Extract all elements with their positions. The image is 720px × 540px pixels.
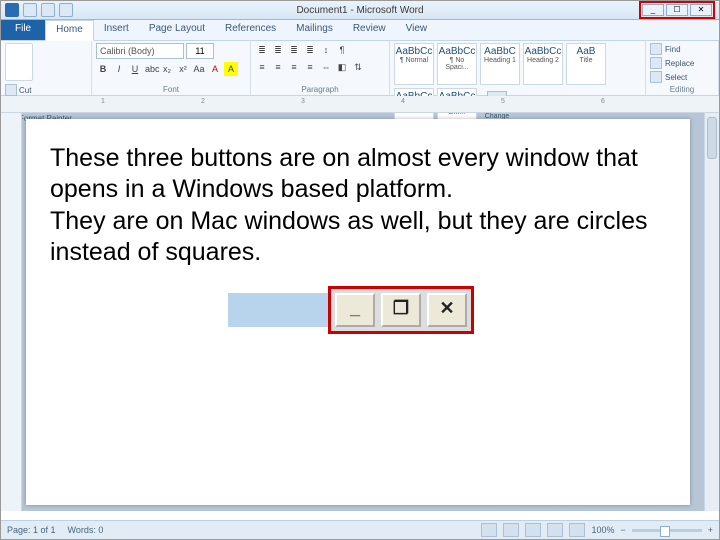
show-marks-button[interactable]: ¶ <box>335 43 349 57</box>
window-controls: _ ☐ ✕ <box>639 1 715 19</box>
align-center-button[interactable]: ≡ <box>271 60 285 74</box>
find-icon <box>650 43 662 55</box>
italic-button[interactable]: I <box>112 62 126 76</box>
document-content[interactable]: These three buttons are on almost every … <box>50 143 666 334</box>
decrease-indent-button[interactable]: ≣ <box>303 43 317 57</box>
sort-button[interactable]: ⇅ <box>351 60 365 74</box>
status-words[interactable]: Words: 0 <box>68 525 104 535</box>
cut-button[interactable]: Cut <box>5 84 72 96</box>
view-outline[interactable] <box>547 523 563 537</box>
view-web-layout[interactable] <box>525 523 541 537</box>
increase-indent-button[interactable]: ↕ <box>319 43 333 57</box>
font-color-button[interactable]: A <box>208 62 222 76</box>
group-label: Paragraph <box>255 85 385 95</box>
zoom-slider-knob[interactable] <box>660 526 670 537</box>
illustration-close: ✕ <box>427 293 467 327</box>
bullets-button[interactable]: ≣ <box>255 43 269 57</box>
line-spacing-button[interactable]: ⇔ <box>319 60 333 74</box>
zoom-slider[interactable] <box>632 529 702 532</box>
view-draft[interactable] <box>569 523 585 537</box>
maximize-button[interactable]: ☐ <box>666 4 688 16</box>
zoom-level[interactable]: 100% <box>591 525 614 535</box>
align-left-button[interactable]: ≡ <box>255 60 269 74</box>
window-title: Document1 - Microsoft Word <box>1 5 719 16</box>
vertical-ruler[interactable] <box>1 113 22 511</box>
select-button[interactable]: Select <box>650 71 694 83</box>
window-buttons-illustration: _ ❐ ✕ <box>228 286 488 334</box>
minimize-button[interactable]: _ <box>642 4 664 16</box>
close-button[interactable]: ✕ <box>690 4 712 16</box>
scrollbar-thumb[interactable] <box>707 117 717 159</box>
select-icon <box>650 71 662 83</box>
view-print-layout[interactable] <box>481 523 497 537</box>
paragraph-1: These three buttons are on almost every … <box>50 143 666 206</box>
group-editing: Find Replace Select Editing <box>646 41 719 95</box>
group-label: Editing <box>650 85 714 95</box>
multilevel-button[interactable]: ≣ <box>287 43 301 57</box>
status-bar: Page: 1 of 1 Words: 0 100% − + <box>1 520 719 539</box>
tab-home[interactable]: Home <box>45 20 94 41</box>
tab-references[interactable]: References <box>215 20 286 40</box>
vertical-scrollbar[interactable] <box>704 113 719 511</box>
align-right-button[interactable]: ≡ <box>287 60 301 74</box>
shading-button[interactable]: ◧ <box>335 60 349 74</box>
document-area: These three buttons are on almost every … <box>1 113 719 511</box>
numbering-button[interactable]: ≣ <box>271 43 285 57</box>
strike-button[interactable]: abc <box>144 62 158 76</box>
view-full-screen[interactable] <box>503 523 519 537</box>
illustration-minimize: _ <box>335 293 375 327</box>
status-page[interactable]: Page: 1 of 1 <box>7 525 56 535</box>
title-bar: Document1 - Microsoft Word _ ☐ ✕ <box>1 1 719 20</box>
style-normal[interactable]: AaBbCc¶ Normal <box>394 43 434 85</box>
style-title[interactable]: AaBTitle <box>566 43 606 85</box>
tab-mailings[interactable]: Mailings <box>286 20 343 40</box>
document-page[interactable]: These three buttons are on almost every … <box>26 119 690 505</box>
font-name-combo[interactable]: Calibri (Body) <box>96 43 184 59</box>
group-clipboard: Cut Copy Format Painter Clipboard <box>1 41 92 95</box>
replace-icon <box>650 57 662 69</box>
case-button[interactable]: Aa <box>192 62 206 76</box>
replace-button[interactable]: Replace <box>650 57 694 69</box>
paragraph-2: They are on Mac windows as well, but the… <box>50 206 666 269</box>
ribbon-tabs: File Home Insert Page Layout References … <box>1 20 719 41</box>
superscript-button[interactable]: x² <box>176 62 190 76</box>
underline-button[interactable]: U <box>128 62 142 76</box>
zoom-in-button[interactable]: + <box>708 525 713 535</box>
tab-review[interactable]: Review <box>343 20 396 40</box>
style-no-spacing[interactable]: AaBbCc¶ No Spaci... <box>437 43 477 85</box>
tab-file[interactable]: File <box>1 20 45 40</box>
group-paragraph: ≣ ≣ ≣ ≣ ↕ ¶ ≡ ≡ ≡ ≡ ⇔ ◧ ⇅ Paragraph <box>251 41 390 95</box>
group-font: Calibri (Body) 11 B I U abc x₂ x² Aa A A… <box>92 41 251 95</box>
horizontal-ruler[interactable]: 1 2 3 4 5 6 <box>1 96 719 113</box>
tab-page-layout[interactable]: Page Layout <box>139 20 215 40</box>
style-heading1[interactable]: AaBbCHeading 1 <box>480 43 520 85</box>
app-window: Document1 - Microsoft Word _ ☐ ✕ File Ho… <box>0 0 720 540</box>
tab-view[interactable]: View <box>396 20 438 40</box>
illustration-titlebar <box>228 293 328 327</box>
find-button[interactable]: Find <box>650 43 694 55</box>
illustration-highlight: _ ❐ ✕ <box>328 286 474 334</box>
group-label: Font <box>96 85 246 95</box>
justify-button[interactable]: ≡ <box>303 60 317 74</box>
highlight-button[interactable]: A <box>224 62 238 76</box>
font-size-combo[interactable]: 11 <box>186 43 214 59</box>
style-heading2[interactable]: AaBbCcHeading 2 <box>523 43 563 85</box>
cut-icon <box>5 84 17 96</box>
subscript-button[interactable]: x₂ <box>160 62 174 76</box>
group-styles: AaBbCc¶ Normal AaBbCc¶ No Spaci... AaBbC… <box>390 41 646 95</box>
bold-button[interactable]: B <box>96 62 110 76</box>
tab-insert[interactable]: Insert <box>94 20 139 40</box>
paste-button[interactable] <box>5 43 33 81</box>
window-controls-highlight: _ ☐ ✕ <box>639 1 715 19</box>
zoom-out-button[interactable]: − <box>620 525 625 535</box>
illustration-maximize: ❐ <box>381 293 421 327</box>
ribbon: Cut Copy Format Painter Clipboard Calibr… <box>1 41 719 96</box>
